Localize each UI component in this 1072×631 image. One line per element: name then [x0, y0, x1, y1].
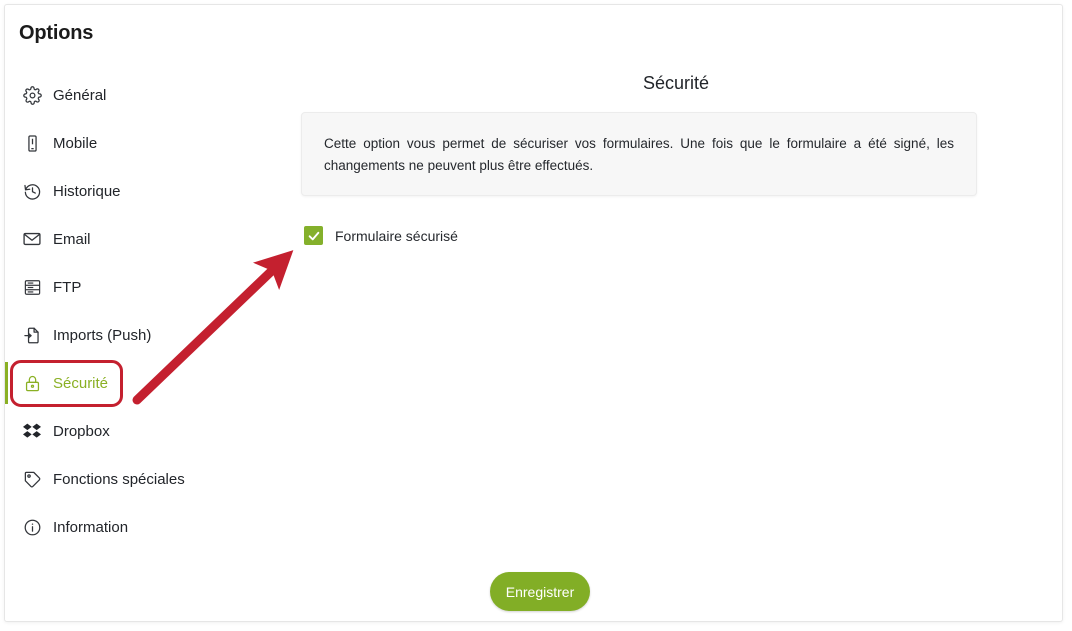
- lock-icon: [21, 372, 43, 394]
- sidebar-item-ftp[interactable]: FTP: [5, 263, 290, 311]
- secure-form-checkbox-row[interactable]: Formulaire sécurisé: [304, 226, 458, 245]
- sidebar-item-label: Sécurité: [53, 374, 109, 392]
- sidebar-item-label: Historique: [53, 182, 121, 200]
- gear-icon: [21, 84, 43, 106]
- sidebar-item-label: Fonctions spéciales: [53, 470, 185, 488]
- sidebar-item-general[interactable]: Général: [5, 71, 290, 119]
- dropbox-icon: [21, 420, 43, 442]
- sidebar-item-email[interactable]: Email: [5, 215, 290, 263]
- options-window: Options Général Mobile Historique Email …: [4, 4, 1063, 622]
- sidebar-item-label: Information: [53, 518, 129, 536]
- page-title: Options: [19, 22, 94, 44]
- save-button[interactable]: Enregistrer: [490, 572, 590, 611]
- sidebar-item-information[interactable]: Information: [5, 503, 290, 551]
- sidebar-item-label: Dropbox: [53, 422, 110, 440]
- section-title: Sécurité: [642, 73, 710, 93]
- envelope-icon: [21, 228, 43, 250]
- sidebar-item-fonctions-speciales[interactable]: Fonctions spéciales: [5, 455, 290, 503]
- sidebar-item-securite[interactable]: Sécurité: [5, 359, 290, 407]
- sidebar-item-historique[interactable]: Historique: [5, 167, 290, 215]
- sidebar-item-mobile[interactable]: Mobile: [5, 119, 290, 167]
- secure-form-checkbox[interactable]: [304, 226, 323, 245]
- info-box: Cette option vous permet de sécuriser vo…: [301, 112, 977, 196]
- history-icon: [21, 180, 43, 202]
- active-indicator-bar: [5, 362, 8, 404]
- sidebar-item-label: FTP: [53, 278, 82, 296]
- info-text: Cette option vous permet de sécuriser vo…: [324, 136, 954, 173]
- sidebar-item-label: Général: [53, 86, 107, 104]
- sidebar-item-label: Imports (Push): [53, 326, 152, 344]
- sidebar-item-dropbox[interactable]: Dropbox: [5, 407, 290, 455]
- sidebar-item-label: Email: [53, 230, 91, 248]
- mobile-icon: [21, 132, 43, 154]
- main-panel: Sécurité Cette option vous permet de séc…: [290, 5, 1062, 621]
- info-icon: [21, 516, 43, 538]
- import-icon: [21, 324, 43, 346]
- sidebar-item-label: Mobile: [53, 134, 98, 152]
- server-icon: [21, 276, 43, 298]
- secure-form-checkbox-label[interactable]: Formulaire sécurisé: [335, 228, 458, 244]
- sidebar-item-imports-push[interactable]: Imports (Push): [5, 311, 290, 359]
- sidebar: Général Mobile Historique Email FTP Impo…: [5, 71, 290, 551]
- tag-icon: [21, 468, 43, 490]
